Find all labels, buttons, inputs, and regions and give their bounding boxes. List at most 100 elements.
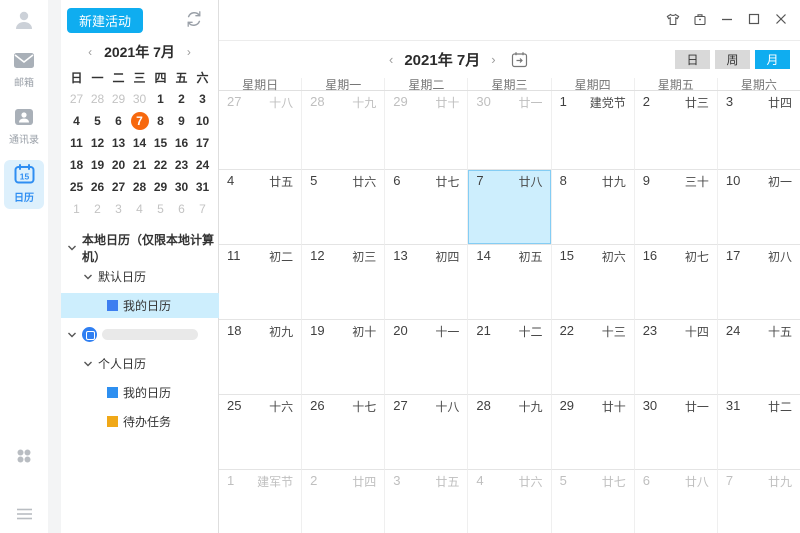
sync-button[interactable] xyxy=(184,9,204,29)
mini-day[interactable]: 26 xyxy=(87,176,108,198)
tree-item[interactable]: 默认日历 xyxy=(61,262,219,291)
prev-month-button[interactable]: ‹ xyxy=(387,52,395,67)
day-cell[interactable]: 2廿四 xyxy=(302,470,385,533)
mini-day[interactable]: 5 xyxy=(87,110,108,132)
mini-day[interactable]: 6 xyxy=(171,198,192,220)
apps-button[interactable] xyxy=(0,448,48,467)
mini-day[interactable]: 25 xyxy=(66,176,87,198)
mini-day[interactable]: 1 xyxy=(150,88,171,110)
day-cell[interactable]: 19初十 xyxy=(302,320,385,395)
tree-item[interactable]: 我的日历 xyxy=(61,378,219,407)
day-cell[interactable]: 6廿七 xyxy=(385,170,468,245)
day-cell[interactable]: 21十二 xyxy=(468,320,551,395)
day-cell[interactable]: 28十九 xyxy=(302,91,385,170)
mini-day[interactable]: 29 xyxy=(150,176,171,198)
sidebar-item-contacts[interactable]: 通讯录 xyxy=(0,108,48,146)
day-cell[interactable]: 30廿一 xyxy=(468,91,551,170)
day-cell[interactable]: 1建军节 xyxy=(219,470,302,533)
day-cell[interactable]: 29廿十 xyxy=(385,91,468,170)
mini-day[interactable]: 4 xyxy=(129,198,150,220)
theme-icon[interactable] xyxy=(664,10,682,28)
mini-day[interactable]: 13 xyxy=(108,132,129,154)
mini-day[interactable]: 3 xyxy=(192,88,213,110)
day-cell[interactable]: 11初二 xyxy=(219,245,302,320)
sidebar-item-calendar[interactable]: 15 日历 xyxy=(4,160,44,209)
day-cell[interactable]: 10初一 xyxy=(718,170,800,245)
mini-day[interactable]: 7 xyxy=(192,198,213,220)
day-cell[interactable]: 3廿四 xyxy=(718,91,800,170)
day-cell[interactable]: 31廿二 xyxy=(718,395,800,470)
day-cell[interactable]: 30廿一 xyxy=(635,395,718,470)
mini-day[interactable]: 14 xyxy=(129,132,150,154)
day-cell[interactable]: 26十七 xyxy=(302,395,385,470)
mini-day[interactable]: 2 xyxy=(171,88,192,110)
mini-day[interactable]: 31 xyxy=(192,176,213,198)
day-cell[interactable]: 12初三 xyxy=(302,245,385,320)
mini-day[interactable]: 18 xyxy=(66,154,87,176)
day-cell[interactable]: 29廿十 xyxy=(552,395,635,470)
day-cell[interactable]: 20十一 xyxy=(385,320,468,395)
account-avatar-button[interactable] xyxy=(0,8,48,35)
day-cell[interactable]: 13初四 xyxy=(385,245,468,320)
mini-day[interactable]: 12 xyxy=(87,132,108,154)
day-cell[interactable]: 25十六 xyxy=(219,395,302,470)
mini-day[interactable]: 9 xyxy=(171,110,192,132)
day-cell[interactable]: 3廿五 xyxy=(385,470,468,533)
maximize-button[interactable] xyxy=(745,10,763,28)
mini-day[interactable]: 11 xyxy=(66,132,87,154)
day-cell[interactable]: 18初九 xyxy=(219,320,302,395)
day-cell[interactable]: 5廿七 xyxy=(552,470,635,533)
mini-day[interactable]: 17 xyxy=(192,132,213,154)
day-cell[interactable]: 15初六 xyxy=(552,245,635,320)
day-cell[interactable]: 23十四 xyxy=(635,320,718,395)
day-cell[interactable]: 27十八 xyxy=(219,91,302,170)
mini-day[interactable]: 6 xyxy=(108,110,129,132)
day-cell[interactable]: 14初五 xyxy=(468,245,551,320)
view-button-day[interactable]: 日 xyxy=(675,50,710,69)
day-cell[interactable]: 16初七 xyxy=(635,245,718,320)
next-month-button[interactable]: › xyxy=(489,52,497,67)
day-cell[interactable]: 17初八 xyxy=(718,245,800,320)
tree-item[interactable]: 个人日历 xyxy=(61,349,219,378)
mini-day[interactable]: 4 xyxy=(66,110,87,132)
mini-day[interactable]: 16 xyxy=(171,132,192,154)
sidebar-item-mail[interactable]: 邮箱 xyxy=(0,52,48,89)
mini-day[interactable]: 30 xyxy=(129,88,150,110)
mini-day[interactable]: 23 xyxy=(171,154,192,176)
mini-day[interactable]: 27 xyxy=(66,88,87,110)
day-cell[interactable]: 9三十 xyxy=(635,170,718,245)
mini-next-month-button[interactable]: › xyxy=(185,45,193,59)
mini-day[interactable]: 29 xyxy=(108,88,129,110)
day-cell-selected[interactable]: 7廿八 xyxy=(468,170,551,245)
day-cell[interactable]: 27十八 xyxy=(385,395,468,470)
day-cell[interactable]: 22十三 xyxy=(552,320,635,395)
day-cell[interactable]: 28十九 xyxy=(468,395,551,470)
mini-day[interactable]: 10 xyxy=(192,110,213,132)
menu-button[interactable] xyxy=(0,508,48,523)
mini-day[interactable]: 27 xyxy=(108,176,129,198)
mini-day[interactable]: 19 xyxy=(87,154,108,176)
mini-day[interactable]: 28 xyxy=(129,176,150,198)
day-cell[interactable]: 4廿五 xyxy=(219,170,302,245)
mini-day[interactable]: 8 xyxy=(150,110,171,132)
mini-prev-month-button[interactable]: ‹ xyxy=(86,45,94,59)
new-event-button[interactable]: 新建活动 xyxy=(67,8,143,33)
day-cell[interactable]: 24十五 xyxy=(718,320,800,395)
mini-day[interactable]: 2 xyxy=(87,198,108,220)
day-cell[interactable]: 2廿三 xyxy=(635,91,718,170)
tree-item-account[interactable] xyxy=(61,320,219,349)
tree-item[interactable]: 我的日历 xyxy=(61,293,219,318)
mini-day[interactable]: 3 xyxy=(108,198,129,220)
day-cell[interactable]: 1建党节 xyxy=(552,91,635,170)
mini-day[interactable]: 21 xyxy=(129,154,150,176)
mini-day[interactable]: 20 xyxy=(108,154,129,176)
tree-item[interactable]: 待办任务 xyxy=(61,407,219,436)
day-cell[interactable]: 4廿六 xyxy=(468,470,551,533)
mini-day[interactable]: 22 xyxy=(150,154,171,176)
minimize-button[interactable] xyxy=(718,10,736,28)
day-cell[interactable]: 8廿九 xyxy=(552,170,635,245)
go-to-today-icon[interactable] xyxy=(511,51,528,68)
mini-mode-icon[interactable] xyxy=(691,10,709,28)
day-cell[interactable]: 5廿六 xyxy=(302,170,385,245)
mini-day[interactable]: 30 xyxy=(171,176,192,198)
